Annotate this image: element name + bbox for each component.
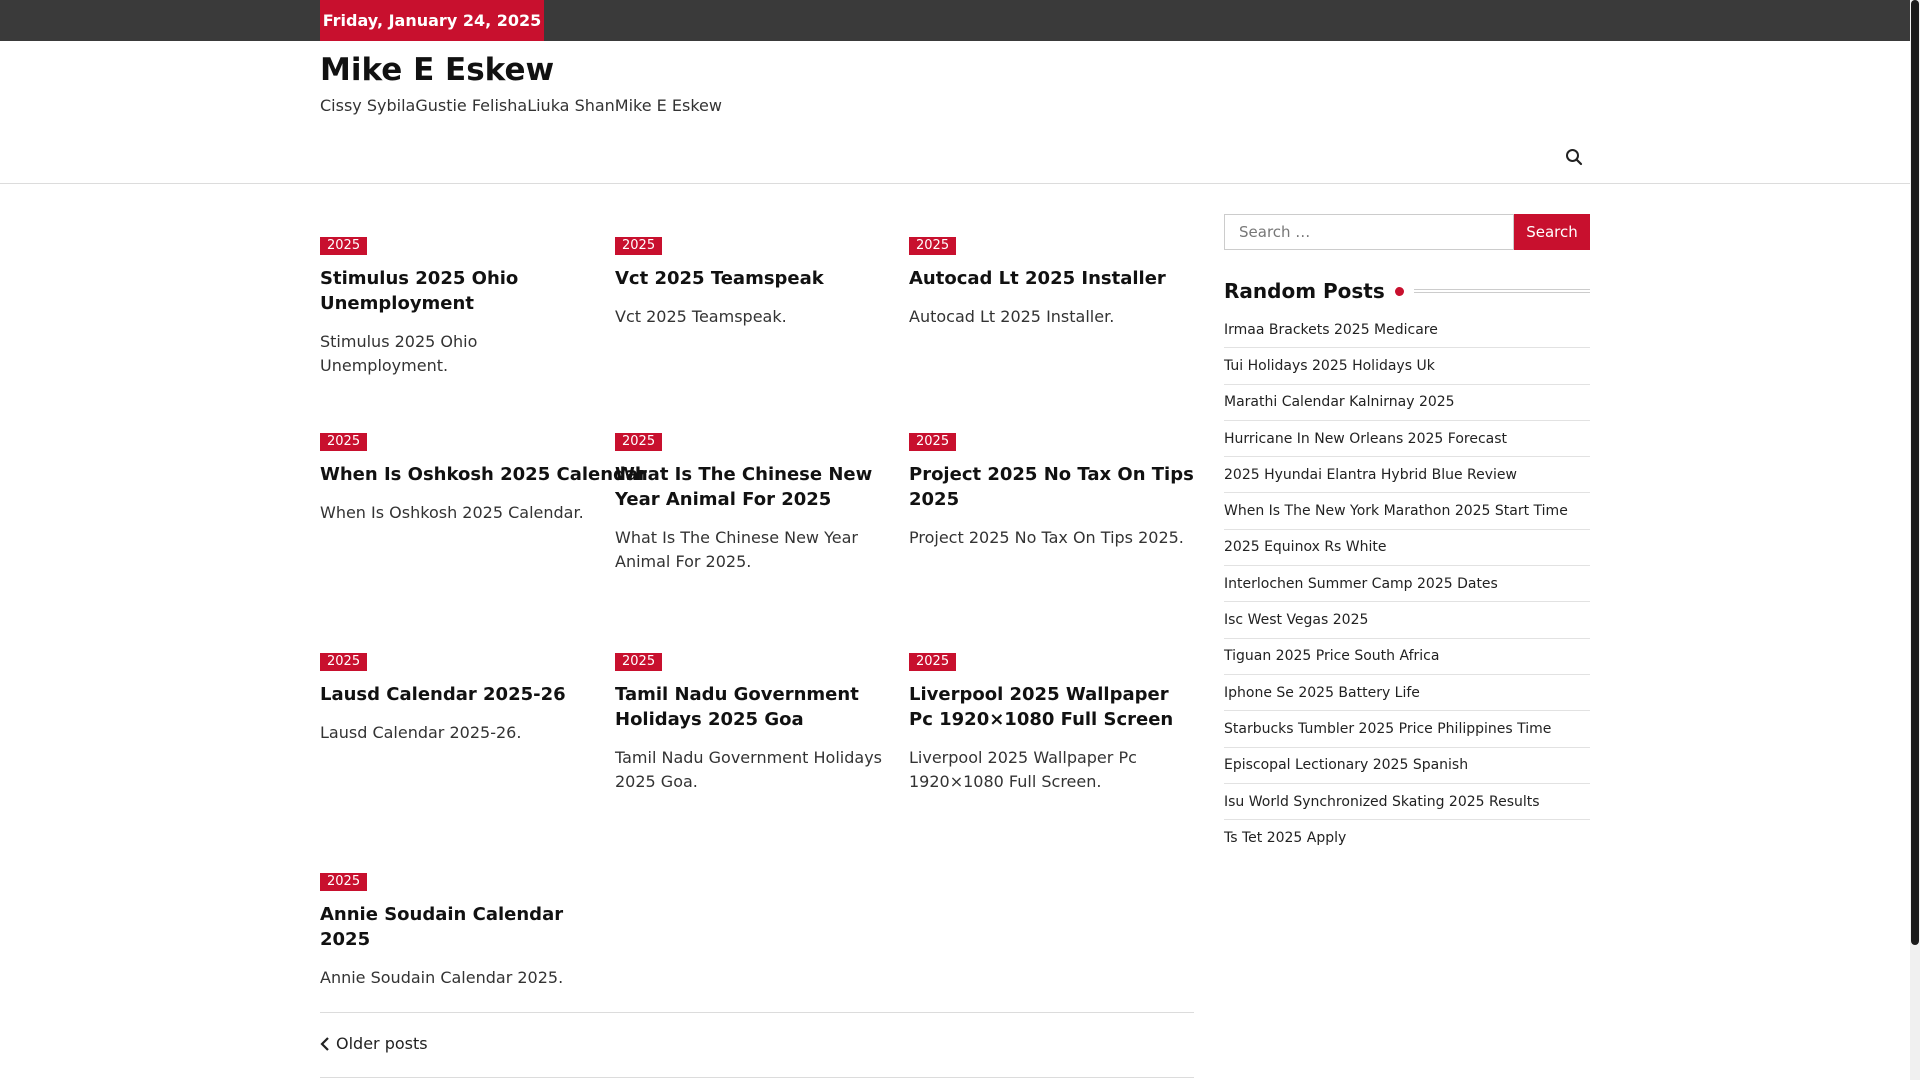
post-title[interactable]: Liverpool 2025 Wallpaper Pc 1920×1080 Fu… [909,682,1194,732]
post-excerpt: Annie Soudain Calendar 2025. [320,968,564,987]
widget-dot [1394,286,1404,296]
category-badge[interactable]: 2025 [615,237,663,255]
post-card: 2025 Liverpool 2025 Wallpaper Pc 1920×10… [909,650,1194,794]
list-item[interactable]: Marathi Calendar Kalnirnay 2025 [1224,385,1590,421]
post-excerpt: Project 2025 No Tax On Tips 2025. [909,528,1184,547]
random-posts-header: Random Posts [1224,278,1590,304]
list-item[interactable]: When Is The New York Marathon 2025 Start… [1224,493,1590,530]
post-excerpt: Vct 2025 Teamspeak. [615,307,787,326]
post-card: 2025 Stimulus 2025 Ohio Unemployment Sti… [320,234,605,378]
widget-title: Random Posts [1224,279,1385,303]
list-item[interactable]: Ts Tet 2025 Apply [1224,820,1590,856]
pagination-divider [320,1077,1194,1078]
list-item[interactable]: Tiguan 2025 Price South Africa [1224,639,1590,675]
category-badge[interactable]: 2025 [615,653,663,671]
category-badge[interactable]: 2025 [909,433,957,451]
post-title[interactable]: Annie Soudain Calendar 2025 [320,902,605,952]
list-item[interactable]: Isu World Synchronized Skating 2025 Resu… [1224,784,1590,821]
post-title[interactable]: When Is Oshkosh 2025 Calendar [320,462,647,487]
post-card: 2025 Project 2025 No Tax On Tips 2025 Pr… [909,430,1194,550]
list-item[interactable]: 2025 Hyundai Elantra Hybrid Blue Review [1224,457,1590,494]
post-excerpt: When Is Oshkosh 2025 Calendar. [320,503,584,522]
post-title[interactable]: What Is The Chinese New Year Animal For … [615,462,900,512]
older-posts-label: Older posts [336,1034,428,1053]
post-excerpt: Tamil Nadu Government Holidays 2025 Goa. [615,748,882,791]
widget-rule [1413,289,1590,293]
site-tagline: Cissy SybilaGustie FelishaLiuka ShanMike… [320,96,722,115]
list-item[interactable]: Iphone Se 2025 Battery Life [1224,675,1590,712]
post-card: 2025 What Is The Chinese New Year Animal… [615,430,900,574]
top-bar: Friday, January 24, 2025 [0,0,1910,41]
list-item[interactable]: Starbucks Tumbler 2025 Price Philippines… [1224,711,1590,748]
post-title[interactable]: Vct 2025 Teamspeak [615,266,900,291]
category-badge[interactable]: 2025 [909,653,957,671]
chevron-left-icon [320,1036,329,1051]
list-item[interactable]: Episcopal Lectionary 2025 Spanish [1224,748,1590,784]
post-card: 2025 Autocad Lt 2025 Installer Autocad L… [909,234,1194,329]
category-badge[interactable]: 2025 [320,653,368,671]
post-card: 2025 Lausd Calendar 2025-26 Lausd Calend… [320,650,605,745]
list-item[interactable]: 2025 Equinox Rs White [1224,530,1590,567]
post-excerpt: Liverpool 2025 Wallpaper Pc 1920×1080 Fu… [909,748,1137,791]
category-badge[interactable]: 2025 [615,433,663,451]
header-divider [0,183,1910,184]
pagination-divider [320,1012,1194,1013]
scrollbar-thumb[interactable] [1911,0,1919,945]
post-excerpt: Autocad Lt 2025 Installer. [909,307,1115,326]
search-input[interactable] [1224,214,1514,250]
category-badge[interactable]: 2025 [909,237,957,255]
search-button[interactable]: Search [1514,214,1590,250]
random-posts-list: Irmaa Brackets 2025 Medicare Tui Holiday… [1224,312,1590,856]
date-badge: Friday, January 24, 2025 [320,0,544,41]
post-title[interactable]: Lausd Calendar 2025-26 [320,682,605,707]
category-badge[interactable]: 2025 [320,237,368,255]
post-card: 2025 Tamil Nadu Government Holidays 2025… [615,650,900,794]
site-title[interactable]: Mike E Eskew [320,52,554,88]
list-item[interactable]: Interlochen Summer Camp 2025 Dates [1224,566,1590,603]
post-card: 2025 Annie Soudain Calendar 2025 Annie S… [320,870,605,990]
list-item[interactable]: Irmaa Brackets 2025 Medicare [1224,312,1590,349]
list-item[interactable]: Tui Holidays 2025 Holidays Uk [1224,348,1590,385]
post-card: 2025 When Is Oshkosh 2025 Calendar When … [320,430,647,525]
post-excerpt: Stimulus 2025 Ohio Unemployment. [320,332,478,375]
post-title[interactable]: Project 2025 No Tax On Tips 2025 [909,462,1194,512]
list-item[interactable]: Isc West Vegas 2025 [1224,602,1590,639]
post-excerpt: Lausd Calendar 2025-26. [320,723,522,742]
post-excerpt: What Is The Chinese New Year Animal For … [615,528,858,571]
older-posts-link[interactable]: Older posts [320,1034,428,1053]
post-title[interactable]: Stimulus 2025 Ohio Unemployment [320,266,605,316]
category-badge[interactable]: 2025 [320,433,368,451]
post-card: 2025 Vct 2025 Teamspeak Vct 2025 Teamspe… [615,234,900,329]
list-item[interactable]: Hurricane In New Orleans 2025 Forecast [1224,421,1590,458]
category-badge[interactable]: 2025 [320,873,368,891]
search-icon[interactable] [1565,148,1583,166]
post-title[interactable]: Autocad Lt 2025 Installer [909,266,1194,291]
post-title[interactable]: Tamil Nadu Government Holidays 2025 Goa [615,682,900,732]
